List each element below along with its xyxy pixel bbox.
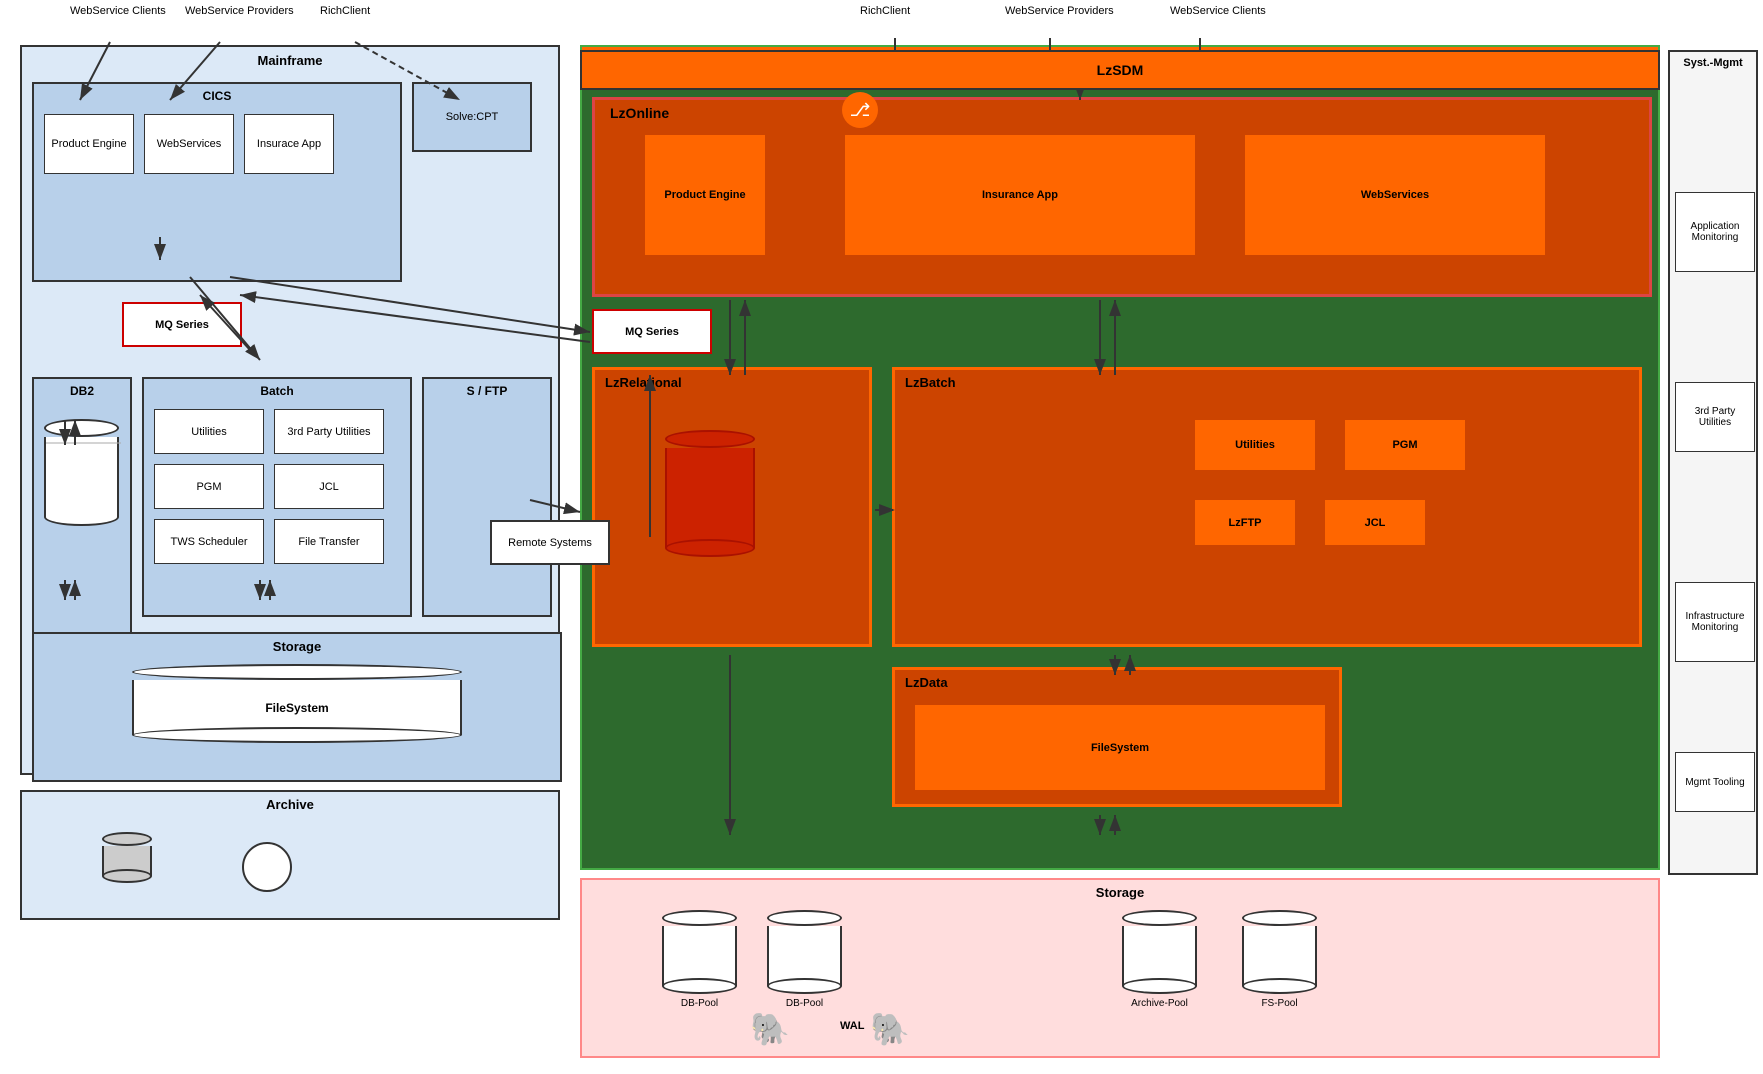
lzbatch-box: LzBatch Utilities PGM LzFTP JCL bbox=[892, 367, 1642, 647]
lzrelational-box: LzRelational bbox=[592, 367, 872, 647]
lzdata-title: LzData bbox=[905, 675, 948, 690]
archive-circle bbox=[242, 842, 292, 892]
storage-left-title: Storage bbox=[273, 639, 321, 654]
ws-clients-right-label: WebService Clients bbox=[1170, 5, 1266, 17]
sftp-box: S / FTP bbox=[422, 377, 552, 617]
lzdata-box: LzData FileSystem bbox=[892, 667, 1342, 807]
third-party-left: 3rd Party Utilities bbox=[274, 409, 384, 454]
lzonline-box: LzOnline Product Engine Insurance App We… bbox=[592, 97, 1652, 297]
wal-label: WAL bbox=[840, 1020, 864, 1032]
product-engine-left: Product Engine bbox=[44, 114, 134, 174]
storage-right-box: Storage DB-Pool DB-Pool Archive-Pool bbox=[580, 878, 1660, 1058]
fs-pool: FS-Pool bbox=[1242, 910, 1317, 1009]
lzonline-title: LzOnline bbox=[610, 105, 669, 121]
green-zone: LzSDM ⎇ LzOnline Product Engine Insuranc… bbox=[580, 45, 1660, 870]
mq-series-left: MQ Series bbox=[122, 302, 242, 347]
utilities-left: Utilities bbox=[154, 409, 264, 454]
infra-monitoring-item: Infrastructure Monitoring bbox=[1675, 582, 1755, 662]
insurance-app-right: Insurance App bbox=[845, 135, 1195, 255]
archive-left-box: Archive bbox=[20, 790, 560, 920]
app-monitoring-item: Application Monitoring bbox=[1675, 192, 1755, 272]
mainframe-title: Mainframe bbox=[257, 53, 322, 68]
db2-title: DB2 bbox=[70, 384, 94, 398]
jcl-left: JCL bbox=[274, 464, 384, 509]
cics-box: CICS Product Engine WebServices Insurace… bbox=[32, 82, 402, 282]
diagram-container: WebService Clients WebService Providers … bbox=[0, 0, 1763, 1074]
rich-client-right-label: RichClient bbox=[860, 5, 910, 17]
batch-box: Batch Utilities 3rd Party Utilities PGM … bbox=[142, 377, 412, 617]
remote-systems: Remote Systems bbox=[490, 520, 610, 565]
pgm-right: PGM bbox=[1345, 420, 1465, 470]
batch-title: Batch bbox=[260, 384, 293, 398]
syst-mgmt-panel: Syst.-Mgmt Application Monitoring 3rd Pa… bbox=[1668, 50, 1758, 875]
storage-right-title: Storage bbox=[1096, 885, 1144, 900]
webservices-left: WebServices bbox=[144, 114, 234, 174]
product-engine-right: Product Engine bbox=[645, 135, 765, 255]
share-icon: ⎇ bbox=[842, 92, 878, 128]
utilities-right: Utilities bbox=[1195, 420, 1315, 470]
pg-elephant-left: 🐘 bbox=[750, 1010, 790, 1048]
sftp-title: S / FTP bbox=[467, 384, 508, 398]
storage-cylinder-left: FileSystem bbox=[132, 664, 462, 743]
webservices-right: WebServices bbox=[1245, 135, 1545, 255]
mainframe-box: Mainframe CICS Product Engine WebService… bbox=[20, 45, 560, 775]
solve-cpt-box: Solve:CPT bbox=[412, 82, 532, 152]
archive-title: Archive bbox=[266, 797, 314, 812]
jcl-right: JCL bbox=[1325, 500, 1425, 545]
lzrelational-cylinder bbox=[665, 430, 755, 557]
file-transfer-left: File Transfer bbox=[274, 519, 384, 564]
archive-disk bbox=[102, 832, 152, 883]
tws-left: TWS Scheduler bbox=[154, 519, 264, 564]
storage-left-box: Storage FileSystem bbox=[32, 632, 562, 782]
db-pool-1: DB-Pool bbox=[662, 910, 737, 1009]
mgmt-tooling-item: Mgmt Tooling bbox=[1675, 752, 1755, 812]
syst-mgmt-title: Syst.-Mgmt bbox=[1683, 57, 1742, 69]
lzftp-box: LzFTP bbox=[1195, 500, 1295, 545]
ws-providers-left-label: WebService Providers bbox=[185, 5, 294, 17]
ws-clients-left-label: WebService Clients bbox=[70, 5, 166, 17]
db-pool-2: DB-Pool bbox=[767, 910, 842, 1009]
archive-pool: Archive-Pool bbox=[1122, 910, 1197, 1009]
third-party-item: 3rd Party Utilities bbox=[1675, 382, 1755, 452]
lzsdm-box: LzSDM bbox=[580, 50, 1660, 90]
lzrelational-title: LzRelational bbox=[605, 375, 682, 390]
ws-providers-right-label: WebService Providers bbox=[1005, 5, 1114, 17]
lzbatch-title: LzBatch bbox=[905, 375, 956, 390]
pg-elephant-right: 🐘 bbox=[870, 1010, 910, 1048]
mq-series-right: MQ Series bbox=[592, 309, 712, 354]
filesystem-lzdata: FileSystem bbox=[915, 705, 1325, 790]
insurance-app-left: Insurace App bbox=[244, 114, 334, 174]
pgm-left: PGM bbox=[154, 464, 264, 509]
cics-title: CICS bbox=[203, 89, 232, 103]
rich-client-left-label: RichClient bbox=[320, 5, 370, 17]
db2-cylinder bbox=[44, 419, 119, 526]
